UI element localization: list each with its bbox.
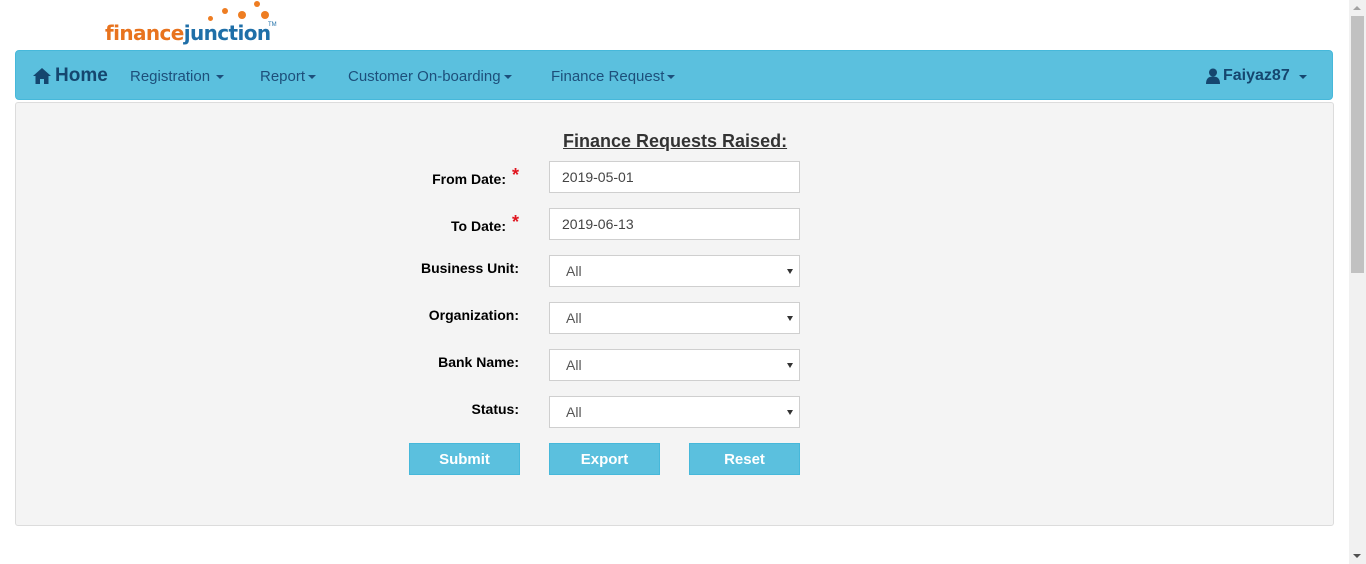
logo-text: financejunction xyxy=(105,20,271,46)
reset-button[interactable]: Reset xyxy=(689,443,800,475)
nav-report-label: Report xyxy=(260,67,306,85)
from-date-label-text: From Date: xyxy=(432,171,506,187)
business-unit-label: Business Unit: xyxy=(420,260,519,276)
finance-junction-logo[interactable]: financejunction TM xyxy=(105,0,280,48)
main-navbar: Home Registration Report Customer On-boa… xyxy=(15,50,1333,100)
nav-home-link[interactable]: Home xyxy=(32,64,108,88)
dropdown-arrow-icon xyxy=(787,363,793,368)
home-icon xyxy=(33,68,51,84)
nav-home-label: Home xyxy=(55,65,108,86)
nav-registration-label: Registration xyxy=(130,67,211,85)
status-selected: All xyxy=(566,404,582,420)
status-label: Status: xyxy=(471,401,519,417)
caret-down-icon xyxy=(503,75,512,79)
scroll-up-arrow-icon[interactable] xyxy=(1353,6,1361,10)
status-select[interactable]: All xyxy=(549,396,800,428)
to-date-label: To Date: * xyxy=(451,212,519,236)
organization-select[interactable]: All xyxy=(549,302,800,334)
business-unit-select[interactable]: All xyxy=(549,255,800,287)
logo-text-junction: junction xyxy=(183,21,271,45)
caret-down-icon xyxy=(667,75,676,79)
export-button[interactable]: Export xyxy=(549,443,660,475)
nav-finance-request-label: Finance Request xyxy=(551,67,665,85)
from-date-value: 2019-05-01 xyxy=(562,169,634,185)
submit-button[interactable]: Submit xyxy=(409,443,520,475)
from-date-label: From Date: * xyxy=(432,165,519,189)
logo-dot xyxy=(254,1,260,7)
to-date-value: 2019-06-13 xyxy=(562,216,634,232)
from-date-input[interactable]: 2019-05-01 xyxy=(549,161,800,193)
to-date-input[interactable]: 2019-06-13 xyxy=(549,208,800,240)
nav-report-dropdown[interactable]: Report xyxy=(260,67,317,85)
logo-text-finance: finance xyxy=(105,21,184,45)
dropdown-arrow-icon xyxy=(787,410,793,415)
logo-dot xyxy=(238,11,246,19)
organization-label: Organization: xyxy=(428,307,519,323)
logo-dot xyxy=(222,8,228,14)
to-date-label-text: To Date: xyxy=(451,218,506,234)
bank-name-select[interactable]: All xyxy=(549,349,800,381)
caret-down-icon xyxy=(1298,75,1307,79)
scrollbar-thumb[interactable] xyxy=(1351,16,1364,273)
form-title: Finance Requests Raised: xyxy=(563,131,788,151)
nav-customer-onboarding-label: Customer On-boarding xyxy=(348,67,501,85)
nav-user-label: Faiyaz87 xyxy=(1223,67,1290,84)
caret-down-icon xyxy=(216,75,225,79)
dropdown-arrow-icon xyxy=(787,269,793,274)
required-asterisk: * xyxy=(511,212,519,232)
business-unit-selected: All xyxy=(566,263,582,279)
required-asterisk: * xyxy=(511,165,519,185)
page-scrollbar[interactable] xyxy=(1349,0,1366,564)
user-icon xyxy=(1206,68,1220,84)
nav-finance-request-dropdown[interactable]: Finance Request xyxy=(551,67,676,85)
logo-trademark: TM xyxy=(268,22,277,28)
nav-registration-dropdown[interactable]: Registration xyxy=(130,67,225,85)
scroll-down-arrow-icon[interactable] xyxy=(1353,554,1361,558)
caret-down-icon xyxy=(308,75,317,79)
bank-name-selected: All xyxy=(566,357,582,373)
bank-name-label: Bank Name: xyxy=(438,354,519,370)
organization-selected: All xyxy=(566,310,582,326)
logo-dot xyxy=(261,11,269,19)
nav-customer-onboarding-dropdown[interactable]: Customer On-boarding xyxy=(348,67,512,85)
dropdown-arrow-icon xyxy=(787,316,793,321)
nav-user-menu[interactable]: Faiyaz87 xyxy=(1205,66,1307,86)
